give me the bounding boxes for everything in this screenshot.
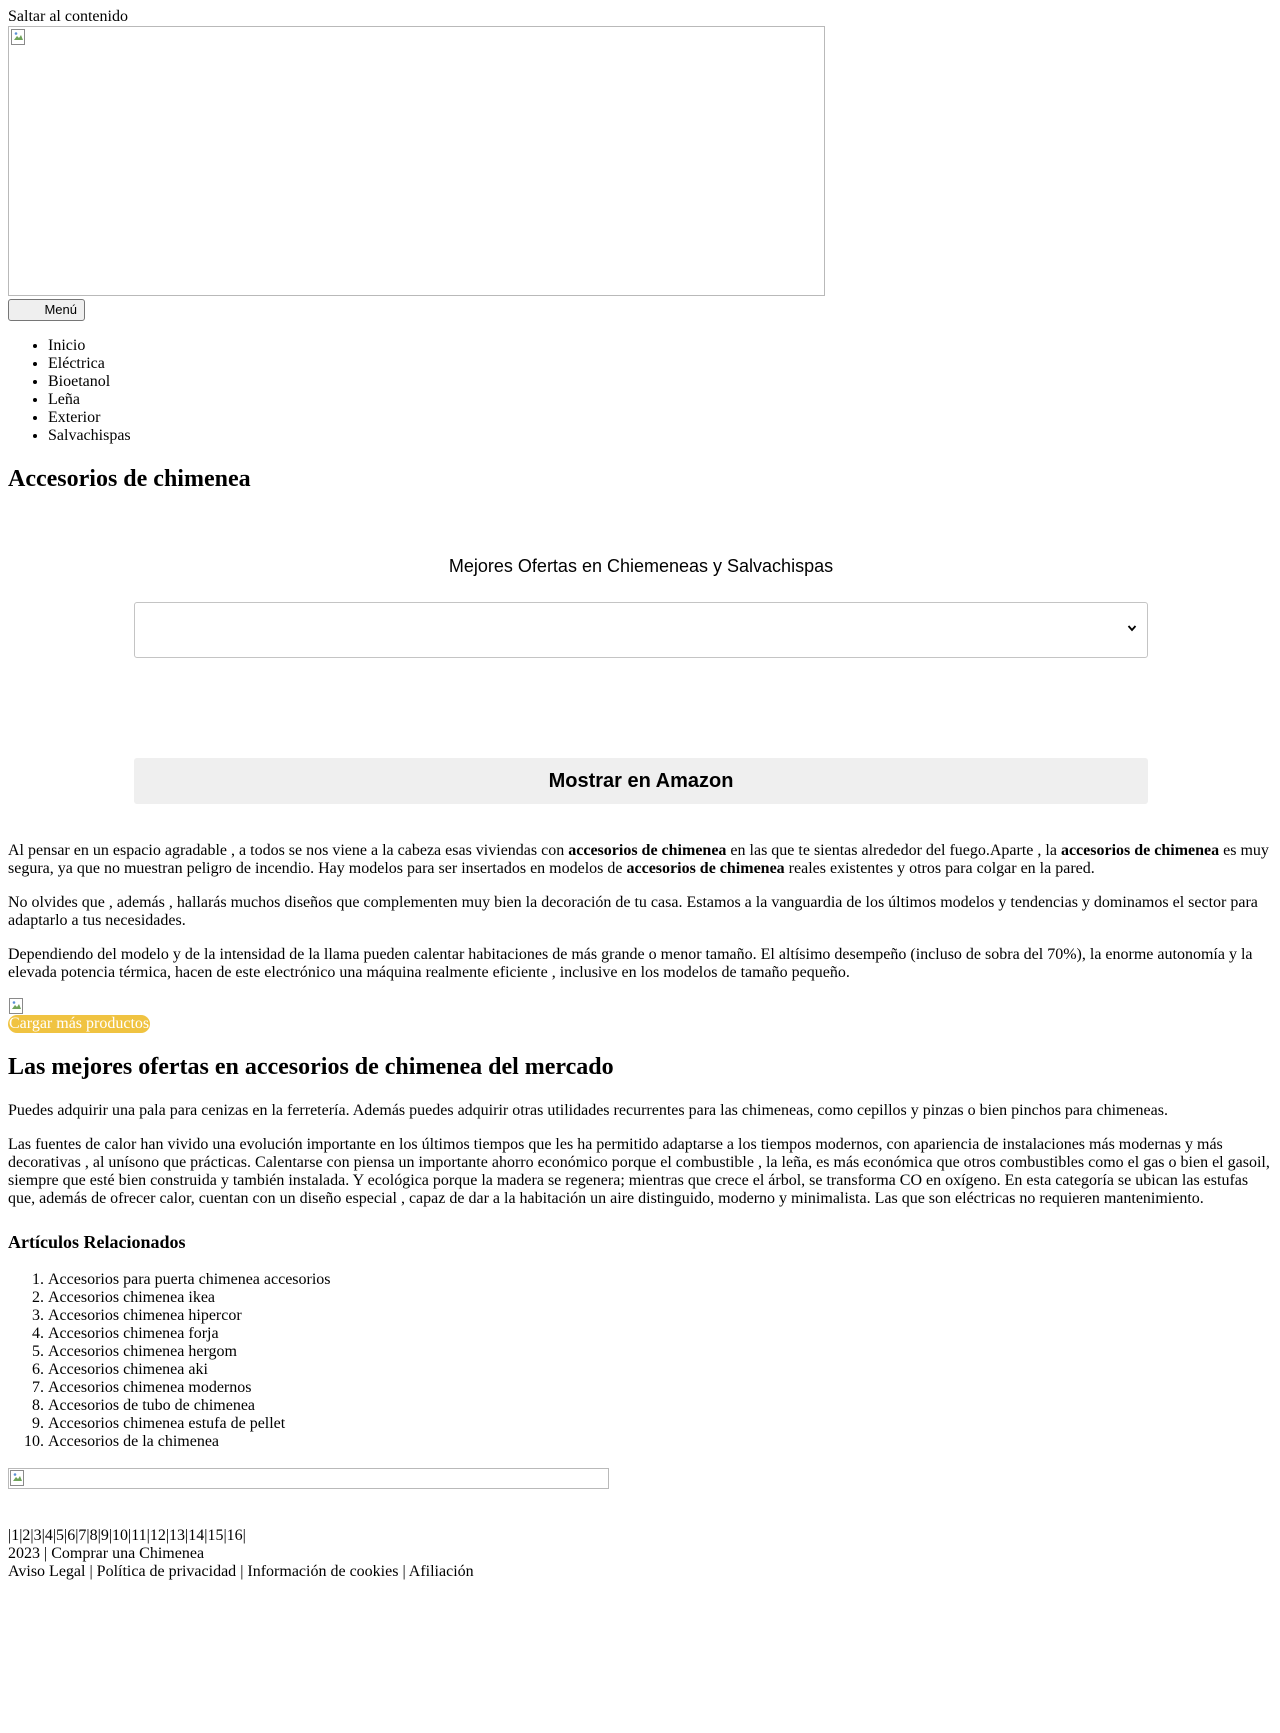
page-link[interactable]: 14 xyxy=(188,1527,204,1544)
footer-year: 2023 xyxy=(8,1545,40,1562)
related-article-link[interactable]: Accesorios chimenea hipercor xyxy=(48,1307,242,1324)
nav-link-exterior[interactable]: Exterior xyxy=(48,409,100,426)
product-image xyxy=(8,998,24,1014)
related-article-link[interactable]: Accesorios chimenea forja xyxy=(48,1325,219,1342)
list-item: Accesorios de tubo de chimenea xyxy=(48,1397,1272,1415)
chevron-down-icon xyxy=(1127,625,1137,632)
page-link[interactable]: 12 xyxy=(150,1527,166,1544)
pagination: |1|2|3|4|5|6|7|8|9|10|11|12|13|14|15|16| xyxy=(8,1527,246,1544)
show-on-amazon-button[interactable]: Mostrar en Amazon xyxy=(134,758,1148,804)
related-articles-list: Accesorios para puerta chimenea accesori… xyxy=(8,1271,1272,1451)
related-article-link[interactable]: Accesorios chimenea ikea xyxy=(48,1289,215,1306)
affiliation-link[interactable]: Afiliación xyxy=(409,1563,474,1580)
page-link[interactable]: 15 xyxy=(207,1527,223,1544)
list-item: Accesorios chimenea forja xyxy=(48,1325,1272,1343)
intro-paragraph-1: Al pensar en un espacio agradable , a to… xyxy=(8,842,1272,878)
offers-widget: Mejores Ofertas en Chiemeneas y Salvachi… xyxy=(134,555,1148,804)
list-item: Accesorios chimenea hipercor xyxy=(48,1307,1272,1325)
offers-title: Mejores Ofertas en Chiemeneas y Salvachi… xyxy=(448,556,834,576)
nav-item-electrica: Eléctrica xyxy=(48,355,1272,373)
skip-to-content-link[interactable]: Saltar al contenido xyxy=(8,0,1272,26)
nav-link-salvachispas[interactable]: Salvachispas xyxy=(48,427,131,444)
nav-link-inicio[interactable]: Inicio xyxy=(48,337,85,354)
list-item: Accesorios chimenea estufa de pellet xyxy=(48,1415,1272,1433)
page-link[interactable]: 9 xyxy=(101,1527,109,1544)
footer-site-link[interactable]: Comprar una Chimenea xyxy=(51,1545,204,1562)
offers-category-select[interactable] xyxy=(134,602,1148,658)
nav-item-bioetanol: Bioetanol xyxy=(48,373,1272,391)
section-paragraph-1: Puedes adquirir una pala para cenizas en… xyxy=(8,1102,1168,1119)
list-item: Accesorios chimenea aki xyxy=(48,1361,1272,1379)
nav-item-inicio: Inicio xyxy=(48,337,1272,355)
page-link[interactable]: 2 xyxy=(22,1527,30,1544)
nav-item-lena: Leña xyxy=(48,391,1272,409)
page-link[interactable]: 4 xyxy=(45,1527,53,1544)
nav-item-salvachispas: Salvachispas xyxy=(48,427,1272,445)
related-article-link[interactable]: Accesorios chimenea hergom xyxy=(48,1343,237,1360)
cookies-info-link[interactable]: Información de cookies xyxy=(247,1563,398,1580)
page-link[interactable]: 8 xyxy=(90,1527,98,1544)
page-link[interactable]: 7 xyxy=(78,1527,86,1544)
section-title: Las mejores ofertas en accesorios de chi… xyxy=(8,1054,614,1080)
page-link[interactable]: 13 xyxy=(169,1527,185,1544)
nav-link-lena[interactable]: Leña xyxy=(48,391,80,408)
intro-text: reales existentes y otros para colgar en… xyxy=(784,860,1095,877)
related-article-link[interactable]: Accesorios de tubo de chimenea xyxy=(48,1397,255,1414)
page-title: Accesorios de chimenea xyxy=(8,466,251,492)
page-link[interactable]: 11 xyxy=(131,1527,146,1544)
menu-button[interactable]: Menú xyxy=(8,299,85,321)
intro-text: Al pensar en un espacio agradable , a to… xyxy=(8,842,569,859)
list-item: Accesorios de la chimenea xyxy=(48,1433,1272,1451)
intro-paragraph-3: Dependiendo del modelo y de la intensida… xyxy=(8,946,1253,981)
list-item: Accesorios chimenea modernos xyxy=(48,1379,1272,1397)
list-item: Accesorios chimenea ikea xyxy=(48,1289,1272,1307)
list-item: Accesorios para puerta chimenea accesori… xyxy=(48,1271,1272,1289)
footer-legal-links: Aviso Legal | Política de privacidad | I… xyxy=(8,1563,474,1580)
nav-link-electrica[interactable]: Eléctrica xyxy=(48,355,105,372)
page-link[interactable]: 3 xyxy=(34,1527,42,1544)
intro-paragraph-2: No olvides que , además , hallarás mucho… xyxy=(8,894,1258,929)
keyword-bold: accesorios de chimenea xyxy=(1060,842,1220,859)
section-paragraph-2: Las fuentes de calor han vivido una evol… xyxy=(8,1136,1270,1207)
page-link[interactable]: 10 xyxy=(112,1527,128,1544)
broken-image-icon xyxy=(9,998,23,1014)
load-more-products-button[interactable]: Cargar más productos xyxy=(8,1015,151,1033)
nav-link-bioetanol[interactable]: Bioetanol xyxy=(48,373,110,390)
intro-text: en las que te sientas alrededor del fueg… xyxy=(726,842,1061,859)
related-article-link[interactable]: Accesorios de la chimenea xyxy=(48,1433,219,1450)
list-item: Accesorios chimenea hergom xyxy=(48,1343,1272,1361)
privacy-policy-link[interactable]: Política de privacidad xyxy=(97,1563,237,1580)
related-article-link[interactable]: Accesorios chimenea estufa de pellet xyxy=(48,1415,285,1432)
keyword-bold: accesorios de chimenea xyxy=(626,860,785,877)
page-link[interactable]: 6 xyxy=(67,1527,75,1544)
footer-copyright: 2023 | Comprar una Chimenea xyxy=(8,1545,205,1562)
related-article-link[interactable]: Accesorios para puerta chimenea accesori… xyxy=(48,1271,331,1288)
broken-image-icon xyxy=(11,29,25,45)
broken-image-icon xyxy=(10,1470,24,1486)
keyword-bold: accesorios de chimenea xyxy=(568,842,727,859)
page-link[interactable]: 5 xyxy=(56,1527,64,1544)
nav-item-exterior: Exterior xyxy=(48,409,1272,427)
legal-notice-link[interactable]: Aviso Legal xyxy=(8,1563,85,1580)
site-logo-image[interactable] xyxy=(8,26,825,296)
related-article-link[interactable]: Accesorios chimenea aki xyxy=(48,1361,208,1378)
related-articles-title: Artículos Relacionados xyxy=(8,1232,186,1252)
banner-image[interactable] xyxy=(8,1468,609,1489)
related-article-link[interactable]: Accesorios chimenea modernos xyxy=(48,1379,251,1396)
page-link[interactable]: 16 xyxy=(227,1527,243,1544)
main-nav: Inicio Eléctrica Bioetanol Leña Exterior… xyxy=(8,337,1272,445)
page-link[interactable]: 1 xyxy=(11,1527,19,1544)
